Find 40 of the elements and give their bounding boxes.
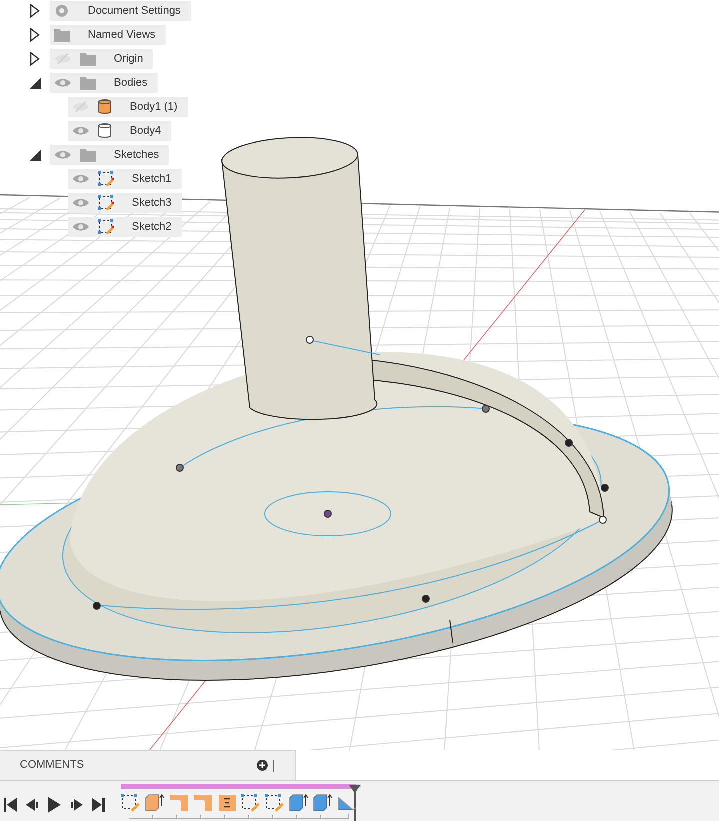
browser-item[interactable]: Document Settings: [50, 1, 191, 21]
timeline-marker-icon[interactable]: [349, 785, 361, 821]
collapsed-arrow-icon[interactable]: [30, 4, 40, 18]
gear-icon: [54, 3, 70, 19]
browser-item[interactable]: Sketch2: [68, 217, 182, 237]
extrude-feature-icon[interactable]: [313, 794, 334, 812]
cylinder[interactable]: [222, 137, 380, 420]
sketch-icon: [98, 195, 114, 211]
play-icon[interactable]: [48, 797, 61, 813]
split-feature-icon[interactable]: [217, 794, 238, 812]
panel-divider-icon[interactable]: [272, 760, 275, 772]
extrude-feature-icon[interactable]: [145, 794, 166, 812]
folder-icon: [54, 28, 70, 42]
browser-item[interactable]: Named Views: [50, 25, 166, 45]
collapsed-arrow-icon[interactable]: [30, 52, 40, 66]
step-forward-icon[interactable]: [70, 799, 83, 811]
add-comment-icon[interactable]: [257, 760, 268, 771]
skip-to-end-icon[interactable]: [92, 798, 105, 812]
expanded-arrow-icon[interactable]: [30, 150, 41, 160]
browser-item[interactable]: Bodies: [50, 73, 158, 93]
browser-item[interactable]: Sketches: [50, 145, 170, 165]
browser-item[interactable]: Body4: [68, 121, 172, 141]
browser-item[interactable]: Sketch3: [68, 193, 182, 213]
expanded-arrow-icon[interactable]: [30, 78, 41, 88]
browser-item[interactable]: Origin: [50, 49, 154, 69]
comments-title: COMMENTS: [20, 758, 84, 774]
skip-to-start-icon[interactable]: [4, 798, 17, 812]
sketch-icon: [98, 171, 114, 187]
sketch-feature-icon[interactable]: [121, 794, 142, 812]
folder-icon: [80, 52, 96, 66]
collapsed-arrow-icon[interactable]: [30, 28, 40, 42]
step-back-icon[interactable]: [26, 799, 39, 811]
sketch-icon: [98, 219, 114, 235]
browser-item[interactable]: Body1 (1): [68, 97, 188, 117]
extrude-feature-icon[interactable]: [289, 794, 310, 812]
folder-icon: [80, 148, 96, 162]
sketch-feature-icon[interactable]: [241, 794, 262, 812]
browser-item[interactable]: Sketch1: [68, 169, 182, 189]
sketch-feature-icon[interactable]: [265, 794, 286, 812]
folder-icon: [80, 76, 96, 90]
